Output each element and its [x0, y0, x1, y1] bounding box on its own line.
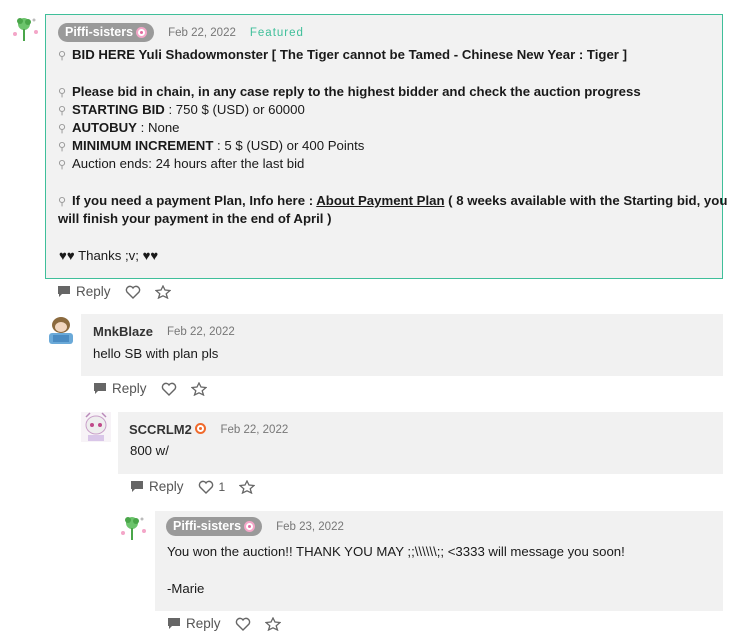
- like-button[interactable]: 1: [198, 479, 226, 494]
- min-increment-line: ⚲ MINIMUM INCREMENT : 5 $ (USD) or 400 Po…: [58, 138, 365, 153]
- heart-icon: [125, 285, 140, 299]
- comment-date: Feb 22, 2022: [166, 325, 235, 338]
- avatar-mnkblaze[interactable]: [45, 313, 77, 345]
- thanks-line: ♥♥ Thanks ;v; ♥♥: [59, 248, 159, 263]
- like-button[interactable]: [235, 617, 251, 631]
- pin-icon: ⚲: [58, 105, 67, 117]
- reply-button[interactable]: Reply: [93, 381, 147, 396]
- fave-button[interactable]: [190, 381, 207, 396]
- comment-header: Piffi-sisters Feb 22, 2022 Featured: [58, 23, 304, 42]
- author-name[interactable]: Piffi-sisters: [166, 517, 263, 536]
- avatar-piffi-sisters[interactable]: [118, 513, 150, 545]
- featured-comment: Piffi-sisters Feb 22, 2022 Featured ⚲ BID…: [45, 14, 727, 279]
- reply-icon: [94, 383, 106, 394]
- avatar-sccrlm2[interactable]: [80, 411, 112, 443]
- badge-icon: [244, 520, 256, 532]
- starting-bid-line: ⚲ STARTING BID : 750 $ (USD) or 60000: [58, 102, 305, 117]
- star-icon: [239, 479, 256, 494]
- comment-text: 800 w/: [130, 443, 169, 458]
- payment-plan-link[interactable]: About Payment Plan: [316, 193, 444, 208]
- pin-icon: ⚲: [58, 196, 67, 208]
- heart-icon: [161, 382, 176, 396]
- star-icon: [154, 284, 171, 299]
- pin-icon: ⚲: [58, 141, 67, 153]
- comment-actions: Reply: [93, 381, 207, 396]
- reply-button[interactable]: Reply: [130, 479, 184, 494]
- comment-date: Feb 22, 2022: [168, 26, 236, 39]
- comment-piffi-sisters-reply: Piffi-sisters Feb 23, 2022 You won the a…: [155, 511, 723, 611]
- comment-header: SCCRLM2 Feb 22, 2022: [129, 422, 288, 437]
- pin-icon: ⚲: [58, 123, 67, 135]
- bid-here-line: ⚲ BID HERE Yuli Shadowmonster [ The Tiger…: [58, 47, 627, 62]
- comment-date: Feb 22, 2022: [220, 423, 289, 436]
- autobuy-line: ⚲ AUTOBUY : None: [58, 120, 180, 135]
- comment-header: MnkBlaze Feb 22, 2022: [93, 324, 235, 339]
- reply-icon: [58, 286, 70, 297]
- comment-text: You won the auction!! THANK YOU MAY ;;\\…: [167, 544, 625, 559]
- payment-line-2: will finish your payment in the end of A…: [58, 211, 332, 226]
- like-count: 1: [218, 479, 226, 494]
- comment-text: hello SB with plan pls: [93, 346, 219, 361]
- reply-icon: [131, 481, 143, 492]
- like-button[interactable]: [125, 285, 141, 299]
- comment-actions: Reply: [57, 284, 171, 299]
- auction-ends-line: ⚲ Auction ends: 24 hours after the last b…: [58, 156, 305, 171]
- payment-line: ⚲ If you need a payment Plan, Info here :…: [58, 193, 728, 208]
- like-button[interactable]: [161, 382, 177, 396]
- fave-button[interactable]: [264, 616, 281, 631]
- badge-icon: [195, 423, 207, 434]
- avatar-piffi-sisters[interactable]: [10, 14, 42, 46]
- instructions-line: ⚲ Please bid in chain, in any case reply …: [58, 84, 641, 99]
- comment-mnkblaze: MnkBlaze Feb 22, 2022 hello SB with plan…: [81, 314, 723, 376]
- author-name[interactable]: MnkBlaze: [93, 324, 153, 339]
- reply-button[interactable]: Reply: [57, 284, 111, 299]
- pin-icon: ⚲: [58, 50, 67, 62]
- comment-signature: -Marie: [167, 581, 205, 596]
- reply-button[interactable]: Reply: [167, 616, 221, 631]
- pin-icon: ⚲: [58, 159, 67, 171]
- author-name[interactable]: Piffi-sisters: [58, 23, 155, 42]
- heart-icon: [198, 480, 213, 494]
- comment-sccrlm2: SCCRLM2 Feb 22, 2022 800 w/: [118, 412, 723, 474]
- fave-button[interactable]: [154, 284, 171, 299]
- reply-icon: [168, 618, 180, 629]
- star-icon: [190, 381, 207, 396]
- heart-icon: [235, 617, 250, 631]
- badge-icon: [136, 26, 148, 38]
- comment-date: Feb 23, 2022: [276, 520, 344, 533]
- pin-icon: ⚲: [58, 87, 67, 99]
- featured-tag: Featured: [249, 26, 304, 39]
- comment-header: Piffi-sisters Feb 23, 2022: [166, 517, 344, 536]
- fave-button[interactable]: [239, 479, 256, 494]
- author-name[interactable]: SCCRLM2: [129, 422, 207, 437]
- comment-actions: Reply 1: [130, 479, 256, 494]
- comment-actions: Reply: [167, 616, 281, 631]
- star-icon: [264, 616, 281, 631]
